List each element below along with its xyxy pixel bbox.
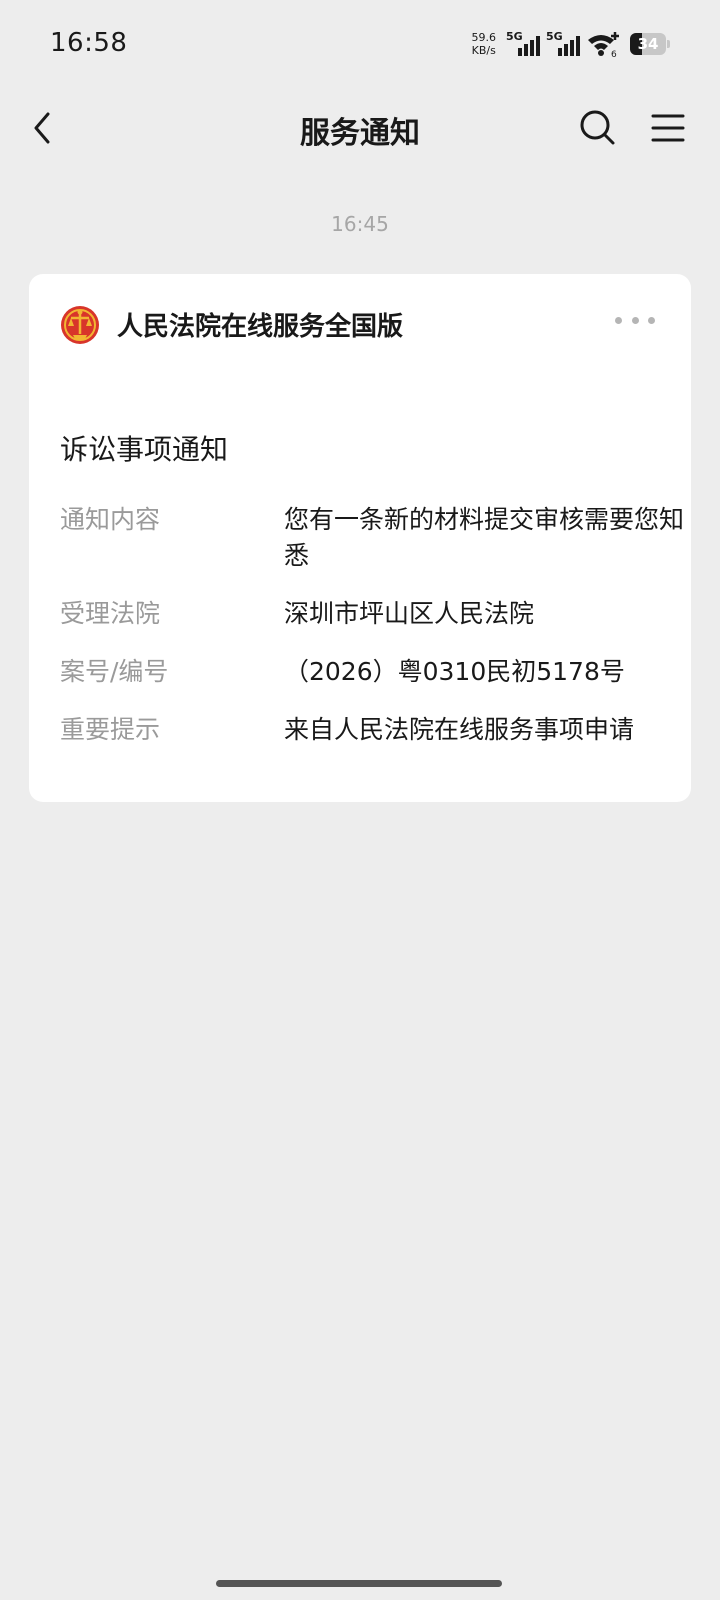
notice-title: 诉讼事项通知 bbox=[60, 433, 229, 466]
network-speed-value: 59.6 bbox=[471, 31, 497, 44]
field-label: 案号/编号 bbox=[60, 657, 169, 686]
court-emblem-icon bbox=[60, 304, 100, 346]
field-row: 受理法院 深圳市坪山区人民法院 bbox=[60, 596, 670, 636]
notification-card[interactable]: 人民法院在线服务全国版 诉讼事项通知 通知内容 您有一条新的材料提交审核需要您知… bbox=[29, 274, 691, 802]
field-row: 通知内容 您有一条新的材料提交审核需要您知悉 bbox=[60, 502, 684, 582]
network-speed-unit: KB/s bbox=[471, 44, 496, 57]
home-indicator[interactable] bbox=[216, 1580, 502, 1587]
search-button[interactable] bbox=[576, 106, 620, 150]
field-value: 您有一条新的材料提交审核需要您知悉 bbox=[284, 505, 685, 570]
field-value: 深圳市坪山区人民法院 bbox=[284, 599, 535, 628]
menu-icon bbox=[651, 114, 685, 142]
menu-button[interactable] bbox=[646, 106, 690, 150]
field-row: 案号/编号 （2026）粤0310民初5178号 bbox=[60, 654, 670, 694]
status-bar: 16:58 59.6 KB/s 5G 5G 6 34 bbox=[0, 0, 720, 88]
account-name[interactable]: 人民法院在线服务全国版 bbox=[117, 306, 403, 343]
field-label: 通知内容 bbox=[60, 505, 161, 534]
wifi-generation-label: 6 bbox=[611, 50, 617, 58]
field-value: 来自人民法院在线服务事项申请 bbox=[284, 715, 635, 744]
status-indicators: 59.6 KB/s 5G 5G 6 34 bbox=[472, 26, 670, 62]
wifi-icon: 6 bbox=[586, 30, 620, 60]
network-speed: 59.6 KB/s bbox=[472, 31, 497, 57]
battery-level: 34 bbox=[637, 35, 659, 53]
message-timestamp: 16:45 bbox=[331, 212, 389, 236]
more-options-button[interactable] bbox=[615, 310, 655, 330]
navigation-bar: 服务通知 bbox=[0, 88, 720, 168]
cellular-signal-icon: 5G bbox=[506, 30, 540, 58]
status-time: 16:58 bbox=[50, 28, 128, 58]
field-value: （2026）粤0310民初5178号 bbox=[284, 657, 625, 686]
search-icon bbox=[580, 110, 615, 145]
field-label: 受理法院 bbox=[60, 599, 161, 628]
field-label: 重要提示 bbox=[60, 715, 161, 744]
battery-icon: 34 bbox=[630, 33, 670, 55]
field-row: 重要提示 来自人民法院在线服务事项申请 bbox=[60, 712, 670, 752]
card-header[interactable]: 人民法院在线服务全国版 bbox=[29, 274, 691, 374]
cellular-signal-icon: 5G bbox=[546, 30, 580, 58]
more-dots-icon bbox=[615, 316, 622, 324]
